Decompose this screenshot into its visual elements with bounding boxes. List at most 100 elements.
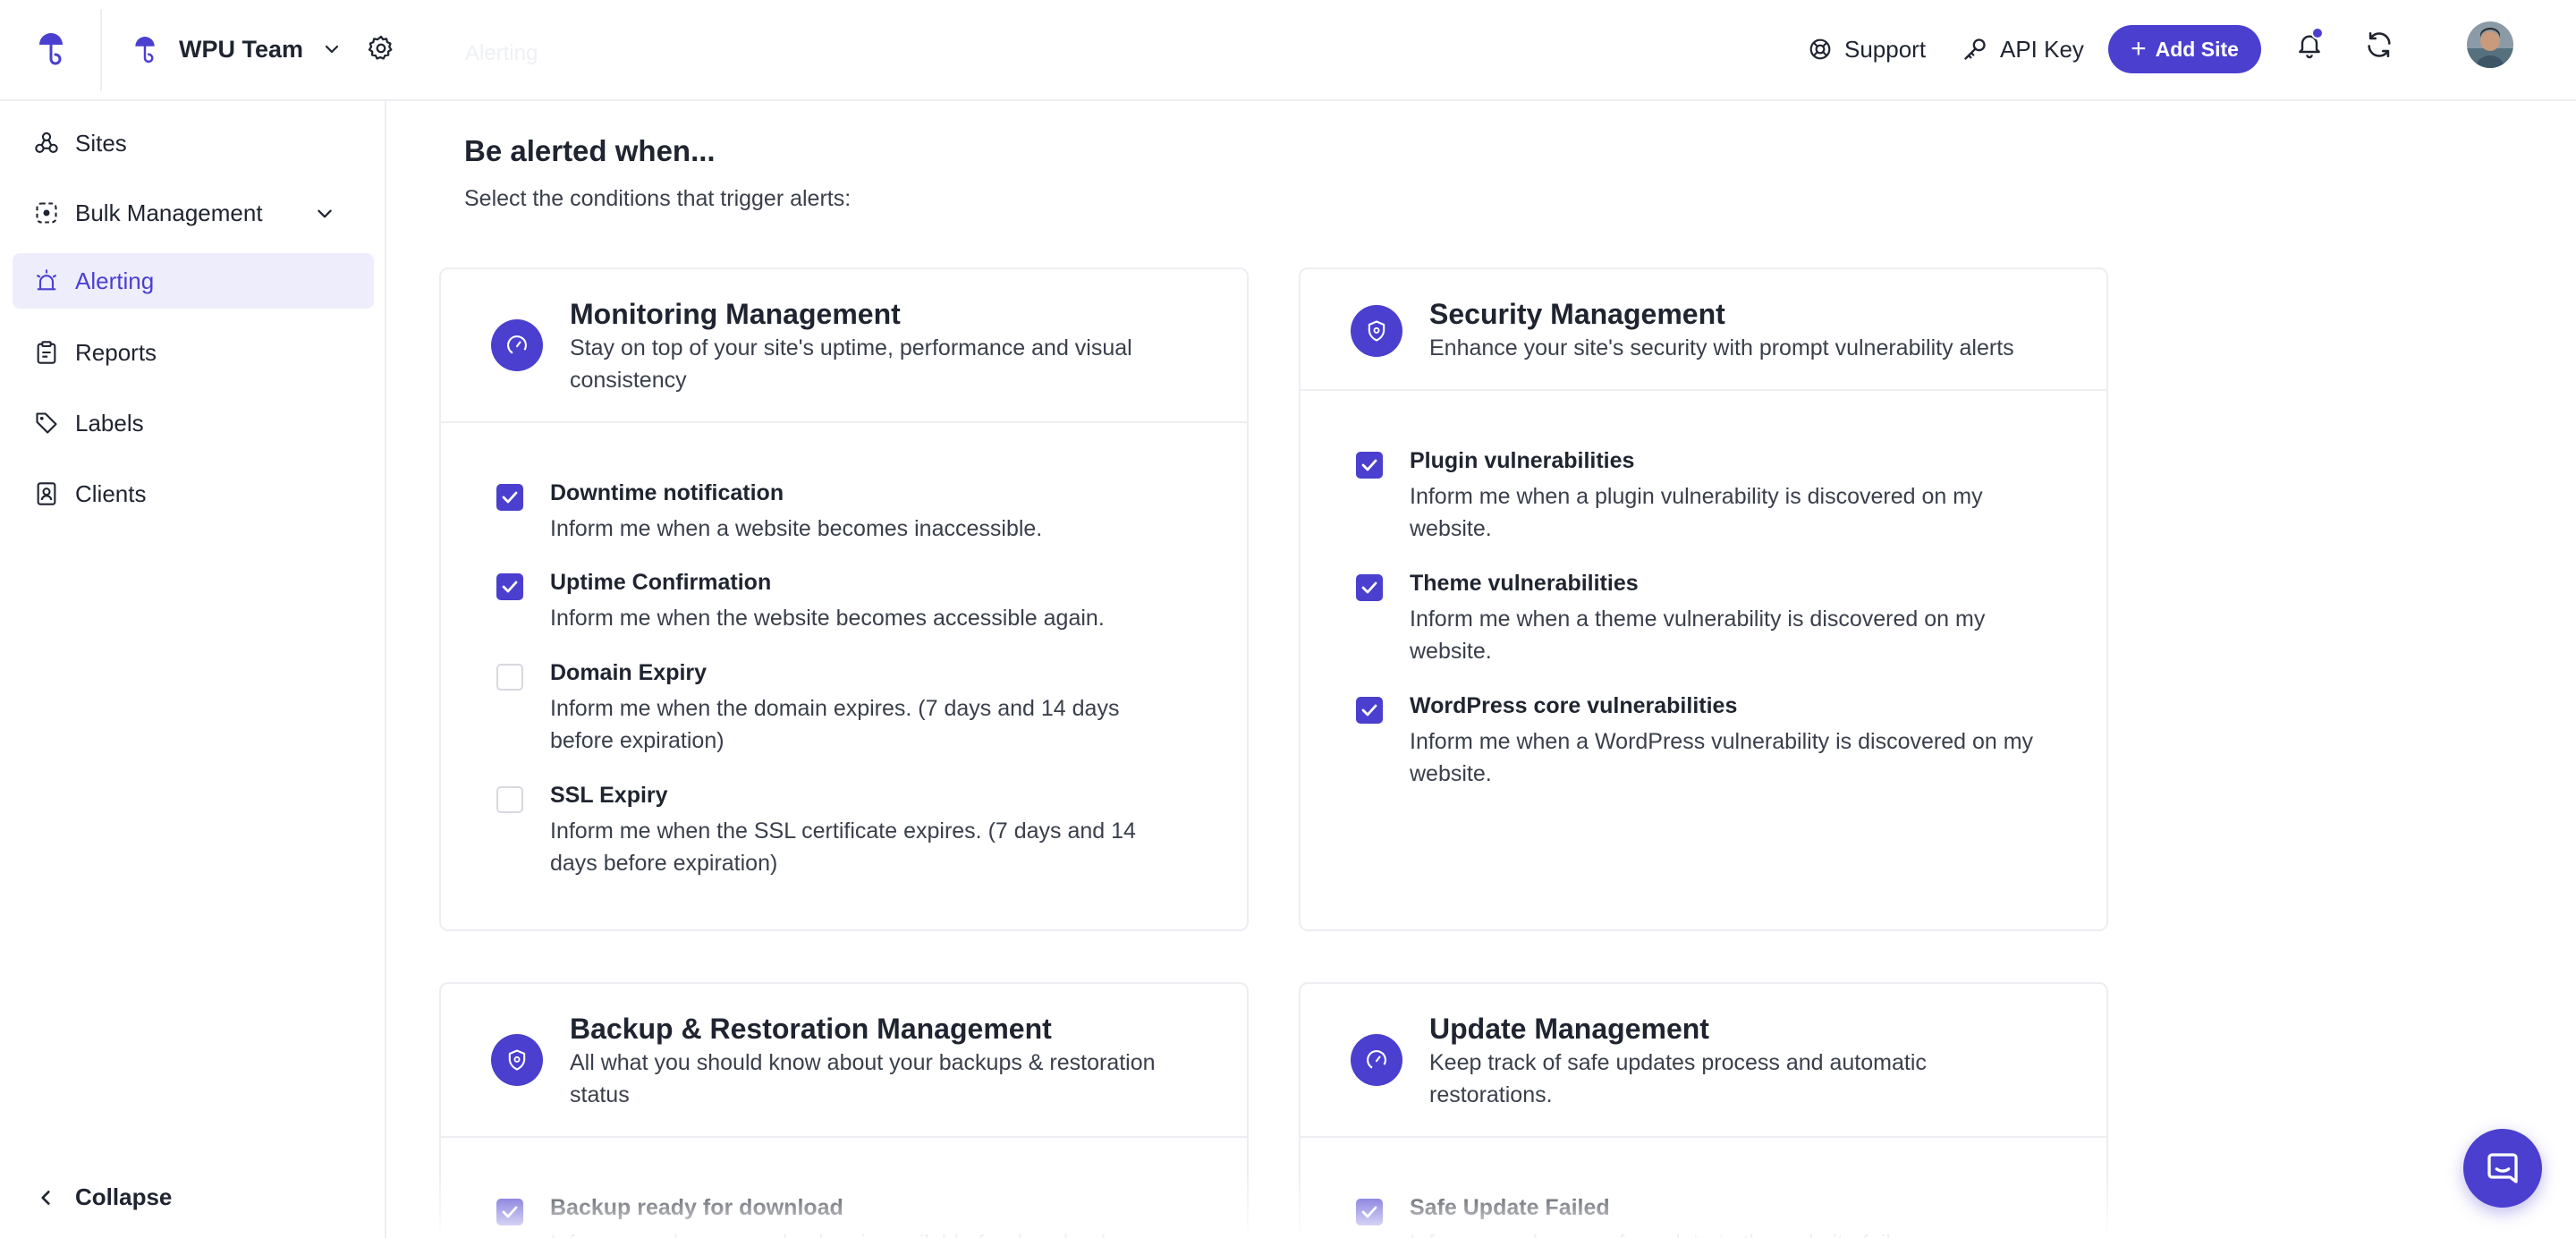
option-wordpress-core-vulnerabilities: WordPress core vulnerabilities Inform me…	[1356, 693, 2036, 792]
option-title: Safe Update Failed	[1410, 1195, 1610, 1220]
option-title: WordPress core vulnerabilities	[1410, 693, 1738, 718]
card-description: Keep track of safe updates process and a…	[1429, 1050, 1927, 1107]
top-header: WPU Team Alerting Support API Key + Add …	[0, 0, 2576, 101]
chevron-down-icon	[325, 45, 339, 54]
option-title: Plugin vulnerabilities	[1410, 448, 1635, 473]
lifebuoy-icon	[1809, 38, 1831, 60]
refresh-icon	[2368, 31, 2391, 58]
checkbox[interactable]	[1356, 697, 1383, 724]
sidebar: Sites Bulk Management Alerting Reports L	[0, 101, 386, 1238]
api-key-label: API Key	[2000, 35, 2084, 63]
reports-icon	[37, 341, 56, 364]
header-divider	[100, 9, 102, 91]
option-downtime-notification: Downtime notification Inform me when a w…	[496, 480, 1176, 552]
option-title: Domain Expiry	[550, 660, 708, 685]
checkbox[interactable]	[1356, 452, 1383, 479]
card-description: Stay on top of your site's uptime, perfo…	[570, 335, 1132, 393]
team-switcher[interactable]: WPU Team	[132, 30, 341, 68]
bulk-management-icon	[36, 202, 57, 224]
sidebar-item-label: Clients	[75, 479, 147, 507]
update-management-card: Update Management Keep track of safe upd…	[1299, 982, 2108, 1238]
sidebar-item-alerting[interactable]: Alerting	[13, 253, 374, 309]
option-uptime-confirmation: Uptime Confirmation Inform me when the w…	[496, 570, 1176, 641]
gear-icon	[368, 35, 393, 60]
sidebar-item-label: Sites	[75, 129, 127, 157]
shield-icon	[1351, 305, 1402, 357]
sidebar-item-label: Alerting	[75, 267, 155, 294]
option-description: Inform me when a website becomes inacces…	[550, 516, 1043, 541]
page-title: Alerting	[465, 41, 538, 65]
collapse-button[interactable]: Collapse	[36, 1183, 172, 1211]
notification-dot	[2311, 27, 2324, 39]
sites-icon	[35, 131, 58, 153]
refresh-button[interactable]	[2360, 25, 2399, 64]
clients-icon	[37, 482, 56, 505]
tag-icon	[36, 412, 57, 434]
plus-icon: +	[2131, 34, 2147, 64]
checkbox[interactable]	[1356, 574, 1383, 601]
checkbox[interactable]	[496, 664, 523, 691]
card-description: Enhance your site's security with prompt…	[1429, 335, 2014, 360]
option-description: Inform me when a plugin vulnerability is…	[1410, 484, 1983, 541]
card-title: Monitoring Management	[570, 298, 901, 330]
sidebar-item-label: Labels	[75, 409, 144, 437]
sidebar-item-label: Reports	[75, 338, 157, 366]
option-safe-update-failed: Safe Update Failed Inform me when a safe…	[1356, 1195, 2036, 1238]
option-description: Inform me when a WordPress vulnerability…	[1410, 729, 2034, 786]
sidebar-item-labels[interactable]: Labels	[13, 395, 374, 451]
user-avatar[interactable]	[2467, 21, 2513, 68]
section-title: Be alerted when...	[464, 134, 716, 167]
chevron-left-icon	[41, 1190, 50, 1205]
card-title: Backup & Restoration Management	[570, 1013, 1052, 1045]
option-plugin-vulnerabilities: Plugin vulnerabilities Inform me when a …	[1356, 448, 2036, 547]
option-description: Inform me when a safe update to the webs…	[1410, 1227, 2036, 1238]
option-backup-ready-for-download: Backup ready for download Inform me when…	[496, 1195, 1176, 1238]
alerting-icon	[37, 269, 56, 291]
key-icon	[1964, 38, 1986, 60]
chat-button[interactable]	[2463, 1129, 2542, 1208]
gauge-icon	[491, 319, 543, 371]
support-link[interactable]: Support	[1809, 34, 1926, 64]
checkbox[interactable]	[496, 786, 523, 813]
app-logo-icon[interactable]	[36, 30, 66, 66]
gauge-icon	[1351, 1034, 1402, 1086]
notifications-button[interactable]	[2290, 25, 2329, 64]
sidebar-item-clients[interactable]: Clients	[13, 466, 374, 521]
sidebar-item-sites[interactable]: Sites	[13, 115, 374, 171]
api-key-link[interactable]: API Key	[1962, 34, 2084, 64]
card-title: Update Management	[1429, 1013, 1709, 1045]
chevron-down-icon	[318, 209, 332, 218]
option-description: Inform me when the website becomes acces…	[550, 606, 1105, 631]
card-header: Backup & Restoration Management All what…	[441, 984, 1247, 1138]
card-description: All what you should know about your back…	[570, 1050, 1156, 1107]
option-title: Downtime notification	[550, 480, 784, 505]
settings-button[interactable]	[363, 30, 399, 66]
sidebar-item-bulk-management[interactable]: Bulk Management	[13, 185, 374, 241]
backup-restoration-management-card: Backup & Restoration Management All what…	[439, 982, 1249, 1238]
card-title: Security Management	[1429, 298, 1725, 330]
monitoring-management-card: Monitoring Management Stay on top of you…	[439, 267, 1249, 931]
chat-icon	[2487, 1153, 2518, 1183]
checkbox[interactable]	[496, 484, 523, 511]
option-title: SSL Expiry	[550, 783, 668, 808]
option-title: Uptime Confirmation	[550, 570, 772, 595]
checkbox[interactable]	[496, 1199, 523, 1225]
option-description: Inform me when a new backup is available…	[550, 1227, 1176, 1238]
card-header: Security Management Enhance your site's …	[1301, 269, 2106, 391]
checkbox[interactable]	[496, 573, 523, 600]
option-title: Backup ready for download	[550, 1195, 843, 1220]
option-description: Inform me when a theme vulnerability is …	[1410, 606, 1986, 664]
option-theme-vulnerabilities: Theme vulnerabilities Inform me when a t…	[1356, 571, 2036, 669]
option-description: Inform me when the domain expires. (7 da…	[550, 696, 1120, 753]
card-header: Monitoring Management Stay on top of you…	[441, 269, 1247, 423]
team-logo-icon	[135, 37, 155, 64]
sidebar-item-reports[interactable]: Reports	[13, 325, 374, 380]
team-name: WPU Team	[179, 35, 304, 63]
add-site-button[interactable]: + Add Site	[2108, 25, 2261, 73]
support-label: Support	[1844, 35, 1927, 63]
security-management-card: Security Management Enhance your site's …	[1299, 267, 2108, 931]
shield-icon	[491, 1034, 543, 1086]
section-subtitle: Select the conditions that trigger alert…	[464, 186, 852, 211]
option-title: Theme vulnerabilities	[1410, 571, 1639, 596]
checkbox[interactable]	[1356, 1199, 1383, 1225]
